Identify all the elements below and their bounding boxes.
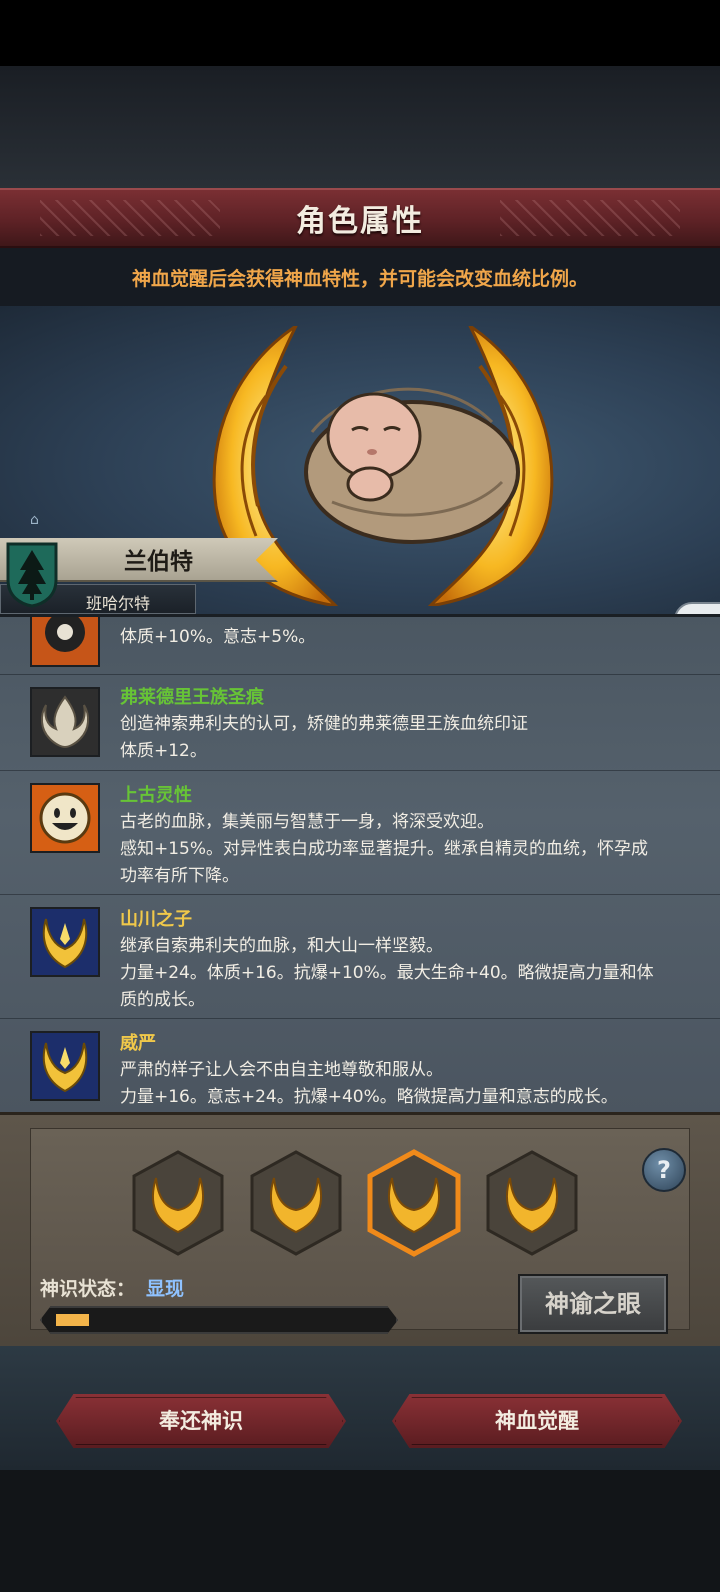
background-top (0, 66, 720, 190)
status-bar (0, 0, 720, 66)
list-item: 山川之子 继承自索弗利夫的血脉，和大山一样坚毅。 力量+24。体质+16。抗爆+… (0, 895, 720, 1019)
trait-name: 山川之子 (120, 909, 192, 930)
status-label: 神识状态： (40, 1278, 136, 1300)
page-title: 角色属性 (296, 204, 424, 239)
wings-icon (30, 1031, 100, 1101)
list-item: 威严 严肃的样子让人会不由自主地尊敬和服从。 力量+16。意志+24。抗爆+40… (0, 1019, 720, 1114)
list-item: 上古灵性 古老的血脉，集美丽与智慧于一身，将深受欢迎。 感知+15%。对异性表白… (0, 771, 720, 895)
subtitle-strip: 神血觉醒后会获得神血特性，并可能会改变血统比例。 (0, 248, 720, 306)
help-button[interactable]: ? (642, 1148, 686, 1192)
awakening-slot-1[interactable] (128, 1148, 228, 1258)
trait-description: 创造神索弗利夫的认可，矫健的弗莱德里王族血统印证 体质+12。 (120, 714, 528, 761)
page-subtitle: 神血觉醒后会获得神血特性，并可能会改变血统比例。 (131, 267, 588, 290)
trait-name: 威严 (120, 1033, 156, 1054)
awakening-slot-3[interactable] (364, 1148, 464, 1258)
awakening-slot-4[interactable] (482, 1148, 582, 1258)
awakening-progress-bar (40, 1306, 398, 1334)
wings-icon (30, 907, 100, 977)
title-banner: 角色属性 (0, 188, 720, 248)
status-value: 显现 (146, 1278, 185, 1300)
awaken-blood-button[interactable]: 神血觉醒 (392, 1394, 682, 1448)
baby-portrait-icon (304, 387, 520, 544)
banner-ornament-right (500, 200, 680, 236)
list-item: 既屏是工天何行的开形，男猛体谷，是天主的战士。 体质+10%。意志+5%。 (0, 617, 720, 675)
progress-fill (56, 1314, 89, 1326)
trait-description: 严肃的样子让人会不由自主地尊敬和服从。 力量+16。意志+24。抗爆+40%。略… (120, 1060, 618, 1107)
trait-description: 既屏是工天何行的开形，男猛体谷，是天主的战士。 体质+10%。意志+5%。 (120, 617, 511, 647)
trait-description: 古老的血脉，集美丽与智慧于一身，将深受欢迎。 感知+15%。对异性表白成功率显著… (120, 812, 649, 886)
traits-list[interactable]: 既屏是工天何行的开形，男猛体谷，是天主的战士。 体质+10%。意志+5%。 弗莱… (0, 614, 720, 1114)
awakening-slot-2[interactable] (246, 1148, 346, 1258)
smile-icon (30, 783, 100, 853)
banner-ornament-left (40, 200, 220, 236)
home-icon: ⌂ (30, 512, 39, 528)
trait-description: 继承自索弗利夫的血脉，和大山一样坚毅。 力量+24。体质+16。抗爆+10%。最… (120, 936, 654, 1010)
character-house: 班哈尔特 (86, 594, 151, 613)
return-divinity-button[interactable]: 奉还神识 (56, 1394, 346, 1448)
list-item: 弗莱德里王族圣痕 创造神索弗利夫的认可，矫健的弗莱德里王族血统印证 体质+12。 (0, 675, 720, 771)
character-name: 兰伯特 (124, 549, 193, 575)
background-bottom (0, 1470, 720, 1592)
eye-icon (30, 617, 100, 667)
tree-crest-icon[interactable] (4, 540, 60, 608)
oracle-eye-button[interactable]: 神谕之眼 (518, 1274, 668, 1334)
crown-icon (30, 687, 100, 757)
trait-name: 弗莱德里王族圣痕 (120, 687, 264, 708)
trait-name: 上古灵性 (120, 785, 192, 806)
